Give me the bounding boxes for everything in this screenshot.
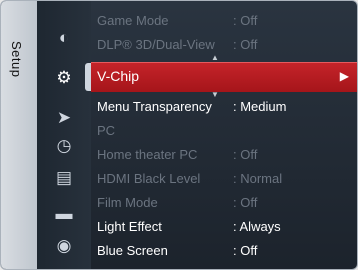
menu-item-menu-transparency[interactable]: Menu Transparency : Medium xyxy=(91,96,357,118)
menu-item-game-mode[interactable]: Game Mode : Off xyxy=(91,10,357,32)
menu-item-3d-dual-view[interactable]: DLP® 3D/Dual-View : Off xyxy=(91,34,357,56)
setup-gear-icon[interactable]: ⚙ xyxy=(51,67,77,89)
category-icon-column: ◐ ⚙ ➤ ◷ ▤ ▬ ◉ xyxy=(37,1,127,269)
sound-icon[interactable]: ▤ xyxy=(51,167,77,189)
setup-tab[interactable]: Setup xyxy=(1,1,38,269)
menu-item-value: : Off xyxy=(233,147,258,162)
menu-item-label: Game Mode xyxy=(97,13,169,28)
menu-item-label: Film Mode xyxy=(97,195,158,210)
menu-item-label: HDMI Black Level xyxy=(97,171,201,186)
submenu-arrow-icon: ▶ xyxy=(339,69,349,83)
menu-item-value: : Medium xyxy=(233,99,287,114)
picture-icon[interactable]: ◐ xyxy=(51,27,77,49)
menu-item-film-mode[interactable]: Film Mode : Off xyxy=(91,192,357,214)
menu-item-value: : Off xyxy=(233,243,258,258)
menu-item-value: : Normal xyxy=(233,171,283,186)
menu-item-label: DLP® 3D/Dual-View xyxy=(97,37,215,52)
menu-item-blue-screen[interactable]: Blue Screen : Off xyxy=(91,240,357,262)
menu-item-label: Home theater PC xyxy=(97,147,198,162)
scroll-up-indicator[interactable]: ▲ xyxy=(211,53,219,62)
menu-item-hdmi-black-level[interactable]: HDMI Black Level : Normal xyxy=(91,168,357,190)
menu-item-light-effect[interactable]: Light Effect : Always xyxy=(91,216,357,238)
menu-item-label: Menu Transparency xyxy=(97,99,212,114)
menu-item-value: : Always xyxy=(233,219,281,234)
speaker-icon[interactable]: ◉ xyxy=(51,235,77,257)
menu-item-home-theater-pc[interactable]: Home theater PC : Off xyxy=(91,144,357,166)
display-icon[interactable]: ▬ xyxy=(51,203,77,225)
menu-item-label: Blue Screen xyxy=(97,243,168,258)
setup-menu-panel: Setup ◐ ⚙ ➤ ◷ ▤ ▬ ◉ Game Mode : Off DLP®… xyxy=(0,0,358,270)
channel-dial-icon[interactable]: ◷ xyxy=(51,135,77,157)
menu-item-value: : Off xyxy=(233,13,258,28)
menu-item-label: V-Chip xyxy=(97,68,140,84)
setup-menu-list: Game Mode : Off DLP® 3D/Dual-View : Off … xyxy=(91,1,357,269)
menu-item-label: Light Effect xyxy=(97,219,162,234)
menu-item-v-chip[interactable]: V-Chip ▶ xyxy=(91,62,357,92)
menu-item-label: PC xyxy=(97,123,116,138)
menu-item-pc[interactable]: PC xyxy=(91,120,357,142)
menu-item-value: : Off xyxy=(233,195,258,210)
setup-tab-label: Setup xyxy=(9,41,24,78)
input-icon[interactable]: ➤ xyxy=(51,107,77,129)
menu-item-value: : Off xyxy=(233,37,258,52)
